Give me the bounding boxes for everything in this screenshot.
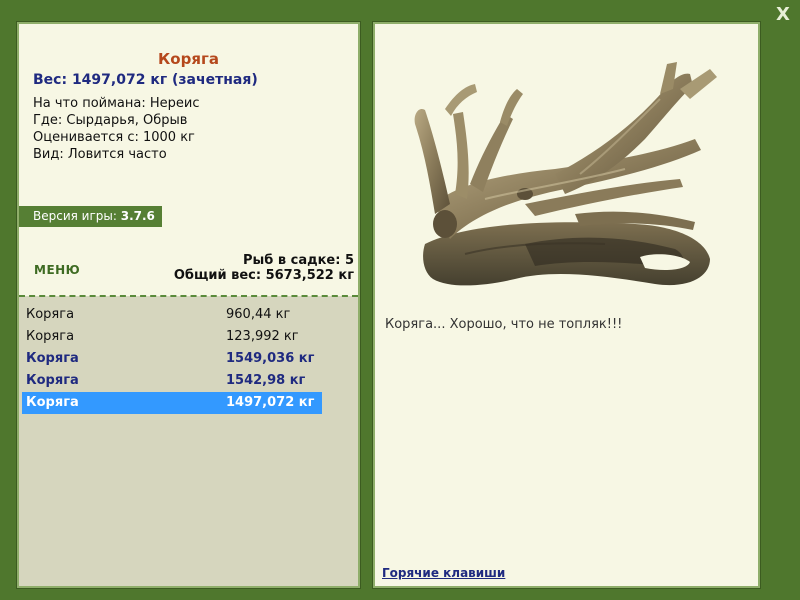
catch-name: Коряга xyxy=(26,329,75,344)
keepnet-stats: Рыб в садке: 5 Общий вес: 5673,522 кг xyxy=(174,253,354,283)
keepnet-row[interactable]: Коряга 1549,036 кг xyxy=(22,348,322,370)
version-label: Версия игры: xyxy=(33,209,117,223)
catch-name: Коряга xyxy=(26,351,79,366)
menu-button[interactable]: МЕНЮ xyxy=(34,263,80,277)
driftwood-image xyxy=(405,44,735,304)
keepnet-total-weight: Общий вес: 5673,522 кг xyxy=(173,268,354,283)
version-badge: Версия игры: 3.7.6 xyxy=(19,206,162,227)
catch-weight: 1549,036 кг xyxy=(226,351,315,366)
catch-comment: Коряга... Хорошо, что не топляк!!! xyxy=(385,317,623,332)
fish-info-panel: Коряга Вес: 1497,072 кг (зачетная) На чт… xyxy=(16,21,361,589)
catch-name: Коряга xyxy=(26,307,75,322)
fish-image-panel: Коряга... Хорошо, что не топляк!!! Горяч… xyxy=(372,21,761,589)
rated-info: Оценивается с: 1000 кг xyxy=(33,130,195,145)
keepnet-row[interactable]: Коряга 1542,98 кг xyxy=(22,370,322,392)
fish-details: Коряга Вес: 1497,072 кг (зачетная) На чт… xyxy=(19,24,358,296)
catch-weight: 1542,98 кг xyxy=(226,373,306,388)
catch-weight: 960,44 кг xyxy=(226,307,291,322)
fish-name: Коряга xyxy=(158,50,219,68)
catch-name: Коряга xyxy=(26,395,79,410)
keepnet-row[interactable]: Коряга 1497,072 кг xyxy=(22,392,322,414)
close-button[interactable]: X xyxy=(774,4,792,25)
version-value: 3.7.6 xyxy=(120,209,155,223)
fish-weight: Вес: 1497,072 кг (зачетная) xyxy=(33,72,258,88)
keepnet-count: Рыб в садке: 5 xyxy=(242,253,354,268)
catch-weight: 1497,072 кг xyxy=(226,395,315,410)
location-info: Где: Сырдарья, Обрыв xyxy=(33,113,188,128)
divider xyxy=(19,295,358,297)
hotkeys-link[interactable]: Горячие клавиши xyxy=(382,566,505,580)
kind-info: Вид: Ловится часто xyxy=(33,147,167,162)
bait-info: На что поймана: Нереис xyxy=(33,96,200,111)
catch-weight: 123,992 кг xyxy=(226,329,299,344)
keepnet-row[interactable]: Коряга 123,992 кг xyxy=(22,326,322,348)
keepnet-row[interactable]: Коряга 960,44 кг xyxy=(22,304,322,326)
catch-name: Коряга xyxy=(26,373,79,388)
